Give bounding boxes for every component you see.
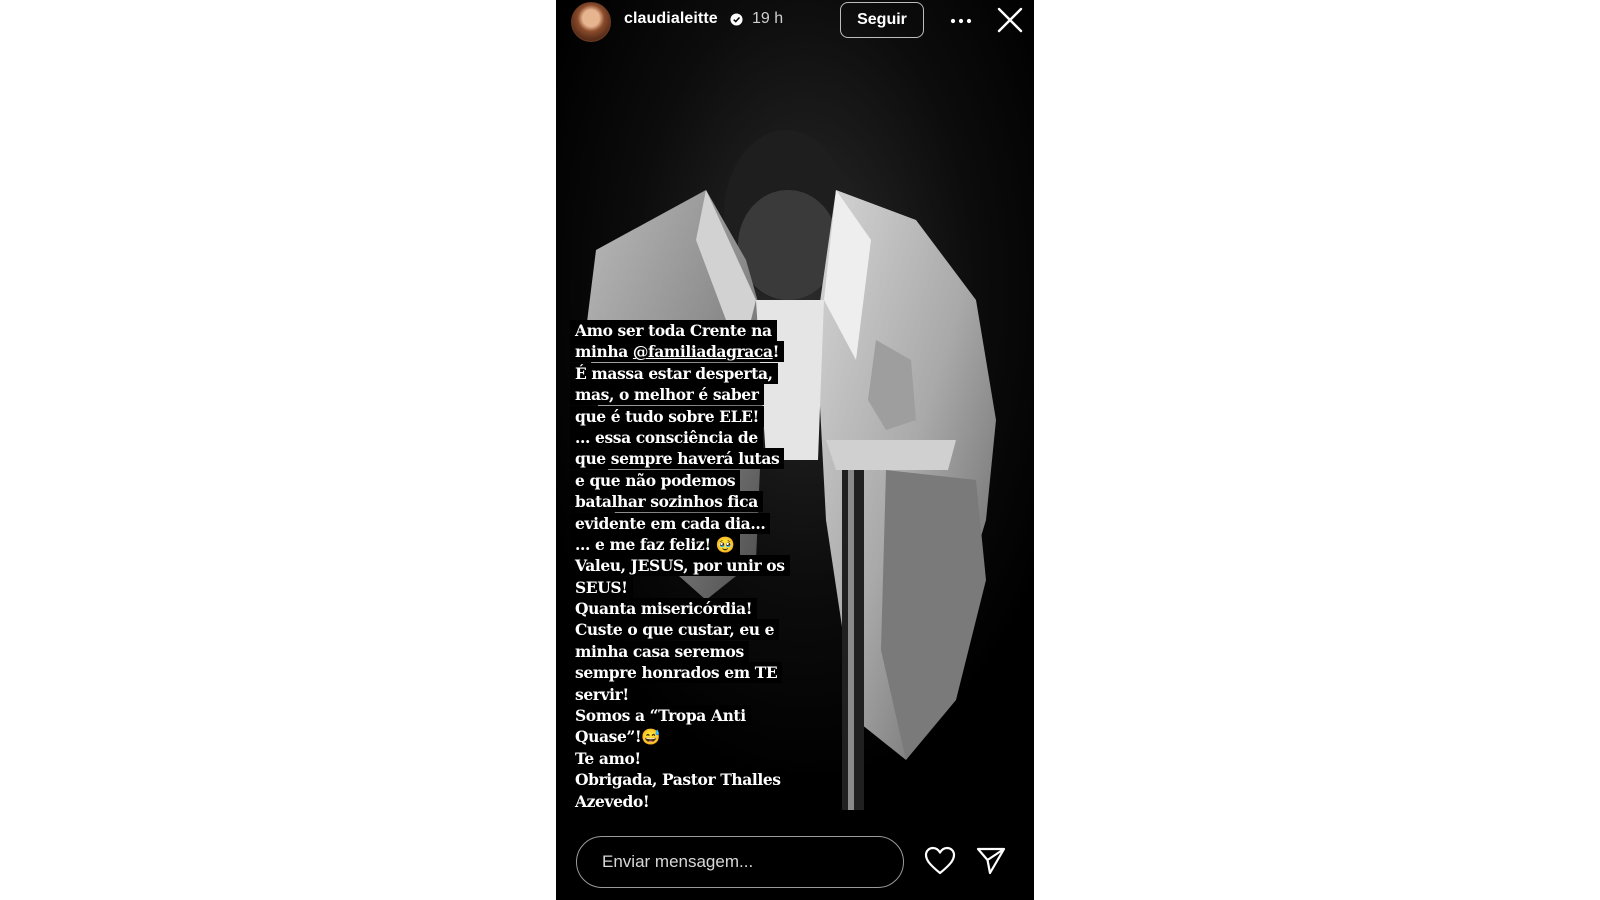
caption-line: evidente em cada dia...	[570, 512, 771, 534]
caption-line: Azevedo!	[570, 790, 655, 812]
caption-line: e que não podemos	[570, 469, 741, 491]
caption-line: Te amo!	[570, 747, 646, 769]
story-viewer: claudialeitte 19 h Seguir Amo ser toda C…	[556, 0, 1034, 900]
caption-line: que é tudo sobre ELE!	[570, 405, 764, 427]
caption-line: Obrigada, Pastor Thalles	[570, 769, 786, 791]
close-icon[interactable]	[996, 6, 1024, 34]
mention-link[interactable]: @familiadagraca	[633, 342, 773, 361]
follow-button[interactable]: Seguir	[840, 2, 924, 38]
caption-line: batalhar sozinhos fica	[570, 491, 763, 513]
story-footer: Enviar mensagem...	[556, 826, 1034, 900]
caption-line: minha casa seremos	[570, 640, 749, 662]
story-caption: Amo ser toda Crente na minha @familiadag…	[570, 320, 820, 812]
message-input[interactable]: Enviar mensagem...	[576, 836, 904, 888]
caption-line: servir!	[570, 683, 634, 705]
send-icon[interactable]	[976, 846, 1006, 876]
username[interactable]: claudialeitte	[624, 10, 718, 28]
heart-icon[interactable]	[924, 846, 956, 876]
caption-line: sempre honrados em TE	[570, 662, 783, 684]
caption-line: Custe o que custar, eu e	[570, 619, 780, 641]
caption-line: SEUS!	[570, 576, 633, 598]
more-options-icon[interactable]	[948, 8, 974, 34]
caption-line-mention: minha @familiadagraca!	[570, 341, 785, 363]
caption-line: ... e me faz feliz! 🥹	[570, 533, 740, 555]
caption-line: Amo ser toda Crente na	[570, 320, 777, 341]
caption-line: Quanta misericórdia!	[570, 598, 758, 620]
caption-line: Quase”!😅	[570, 726, 666, 748]
verified-badge-icon	[730, 13, 743, 26]
story-header: claudialeitte 19 h Seguir	[556, 0, 1034, 44]
caption-line: Valeu, JESUS, por unir os	[570, 555, 790, 577]
caption-line: que sempre haverá lutas	[570, 448, 785, 470]
caption-line: ... essa consciência de	[570, 426, 763, 448]
caption-line: É massa estar desperta,	[570, 362, 778, 384]
post-time: 19 h	[752, 10, 784, 27]
caption-line: mas, o melhor é saber	[570, 384, 764, 406]
avatar[interactable]	[571, 2, 611, 42]
caption-line: Somos a “Tropa Anti	[570, 705, 751, 727]
